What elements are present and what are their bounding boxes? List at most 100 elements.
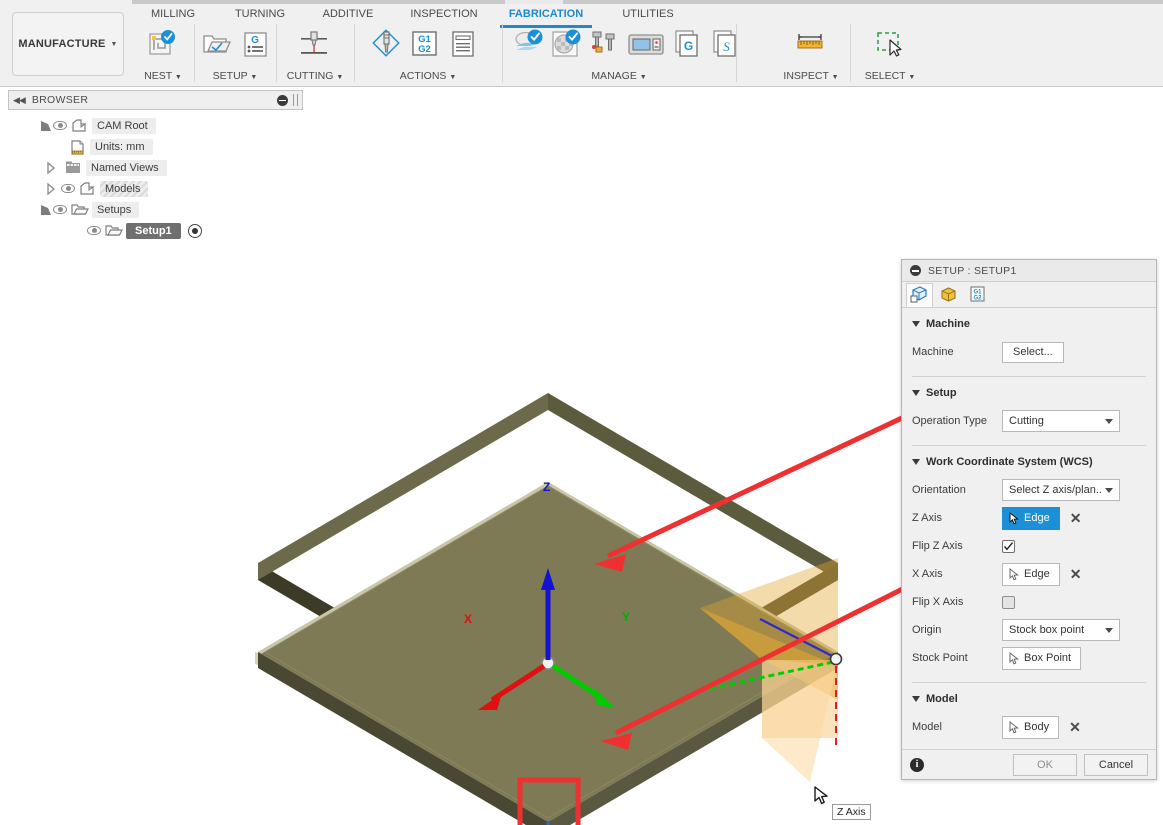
section-header-setup[interactable]: Setup (912, 387, 1146, 399)
visibility-eye-icon[interactable] (52, 119, 68, 132)
post-process-g-icon[interactable]: G (671, 26, 705, 62)
section-header-model[interactable]: Model (912, 693, 1146, 705)
z-axis-select-button[interactable]: Edge (1002, 506, 1060, 530)
dialog-titlebar: SETUP : SETUP1 (902, 260, 1156, 282)
arrow-cursor-icon (1009, 720, 1019, 734)
panel-label-actions[interactable]: ACTIONS ▼ (354, 70, 502, 82)
setup-dialog: SETUP : SETUP1 G1 G2 Machine Machine Sel… (901, 259, 1157, 780)
panel-label-cutting[interactable]: CUTTING ▼ (276, 70, 354, 82)
active-setup-radio-icon[interactable] (187, 223, 202, 238)
model-button-label: Body (1024, 721, 1050, 733)
minus-circle-icon[interactable] (910, 265, 921, 276)
arrow-cursor-icon (1009, 651, 1019, 665)
panel-label-setup[interactable]: SETUP ▼ (194, 70, 276, 82)
ok-button[interactable]: OK (1013, 753, 1077, 776)
axis-label-x: X (464, 612, 473, 626)
chevron-down-icon: ▼ (449, 74, 457, 81)
stock-point-select-button[interactable]: Box Point (1002, 646, 1082, 670)
visibility-eye-icon[interactable] (52, 203, 68, 216)
panel-label-select[interactable]: SELECT ▼ (850, 70, 930, 82)
tab-additive[interactable]: ADDITIVE (310, 6, 386, 24)
visibility-eye-icon[interactable] (86, 224, 102, 237)
model-label: Model (912, 721, 942, 733)
action-list-icon[interactable] (445, 26, 479, 62)
z-axis-clear-icon[interactable]: ✕ (1070, 511, 1082, 525)
machine-sim-icon[interactable] (549, 26, 583, 62)
panel-cutting: CUTTING ▼ (276, 24, 355, 82)
tree-item-units[interactable]: Units: mm (8, 136, 303, 157)
fusion360-manufacture-window: MANUFACTURE ▼ MILLING TURNING ADDITIVE I… (0, 0, 1163, 825)
section-header-machine[interactable]: Machine (912, 318, 1146, 330)
nc-program-icon[interactable]: G (238, 26, 272, 62)
tree-item-models[interactable]: Models (8, 178, 303, 199)
x-axis-select-button[interactable]: Edge (1002, 562, 1060, 586)
manufacture-workspace-button[interactable]: MANUFACTURE ▼ (12, 12, 124, 76)
panel-label-manage[interactable]: MANAGE ▼ (502, 70, 736, 82)
manufacture-label: MANUFACTURE (18, 38, 106, 50)
tab-milling[interactable]: MILLING (137, 6, 209, 24)
stock-tab[interactable] (935, 283, 962, 307)
machine-library-icon[interactable] (625, 26, 667, 62)
browser-title: BROWSER (31, 94, 89, 106)
x-axis-clear-icon[interactable]: ✕ (1070, 567, 1082, 581)
units-doc-icon (68, 139, 87, 155)
axis-label-z: Z (543, 480, 551, 494)
simulate-icon[interactable] (511, 26, 545, 62)
machine-select-button[interactable]: Select... (1002, 341, 1064, 363)
tab-label: MILLING (150, 8, 195, 20)
tree-item-cam-root[interactable]: CAM Root (8, 115, 303, 136)
section-header-wcs[interactable]: Work Coordinate System (WCS) (912, 456, 1146, 468)
tree-item-named-views[interactable]: Named Views (8, 157, 303, 178)
chevron-down-icon (912, 696, 920, 702)
tab-utilities[interactable]: UTILITIES (612, 6, 684, 24)
tab-label: TURNING (234, 8, 286, 20)
setup-tab[interactable] (906, 283, 933, 307)
model-clear-icon[interactable]: ✕ (1069, 720, 1081, 734)
panel-label-inspect[interactable]: INSPECT ▼ (772, 70, 850, 82)
expand-twisty-closed-icon[interactable] (44, 182, 58, 196)
tab-label: INSPECTION (410, 8, 478, 20)
visibility-eye-icon[interactable] (60, 182, 76, 195)
setup-sheet-s-icon[interactable]: S (709, 26, 743, 62)
chevron-down-icon: ▼ (110, 40, 118, 48)
tab-turning[interactable]: TURNING (224, 6, 296, 24)
open-setup-icon[interactable] (200, 26, 234, 62)
origin-label: Origin (912, 624, 942, 636)
operation-type-dropdown[interactable]: Cutting (1002, 410, 1120, 432)
arrow-cursor-icon (1009, 511, 1019, 525)
origin-dropdown[interactable]: Stock box point (1002, 619, 1120, 641)
stock-point-label: Stock Point (912, 652, 968, 664)
tab-inspection[interactable]: INSPECTION (400, 6, 488, 24)
info-icon[interactable]: i (910, 757, 924, 772)
orientation-dropdown[interactable]: Select Z axis/plan... (1002, 479, 1120, 501)
tree-item-setup1[interactable]: Setup1 (8, 220, 303, 241)
minus-circle-icon[interactable] (277, 94, 288, 106)
expand-twisty-open-icon[interactable] (38, 119, 52, 133)
section-title: Setup (926, 387, 957, 399)
collapse-left-icon[interactable]: ◀◀ (13, 95, 26, 106)
post-process-tab[interactable]: G1 G2 (964, 283, 991, 307)
flip-z-checkbox[interactable] (1002, 539, 1015, 553)
arrow-cursor-icon (1009, 567, 1019, 581)
panel-resize-grip[interactable] (293, 94, 298, 106)
chevron-down-icon: ▼ (831, 74, 839, 81)
tree-label: Setups (92, 201, 140, 218)
measure-ruler-icon[interactable] (793, 26, 827, 62)
cancel-button[interactable]: Cancel (1084, 753, 1148, 776)
tab-fabrication[interactable]: FABRICATION (500, 6, 592, 28)
cam-root-icon (70, 118, 89, 134)
panel-label-nest[interactable]: NEST ▼ (132, 70, 194, 82)
tree-item-setups[interactable]: Setups (8, 199, 303, 220)
select-rectangle-icon[interactable] (872, 26, 906, 62)
probe-action-icon[interactable] (369, 26, 403, 62)
cutting-toolpath-icon[interactable] (297, 26, 331, 62)
expand-twisty-closed-icon[interactable] (44, 161, 58, 175)
g1-g2-action-icon[interactable]: G1 G2 (407, 26, 441, 62)
z-axis-button-label: Edge (1024, 512, 1050, 524)
flip-x-checkbox[interactable] (1002, 595, 1015, 609)
tool-library-icon[interactable] (587, 26, 621, 62)
model-select-button[interactable]: Body (1002, 715, 1060, 739)
section-title: Machine (926, 318, 971, 330)
expand-twisty-open-icon[interactable] (38, 203, 52, 217)
nest-automatic-icon[interactable] (145, 26, 179, 62)
